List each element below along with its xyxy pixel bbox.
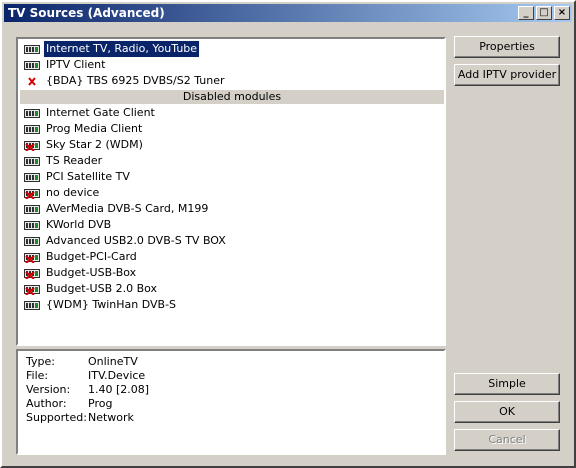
minimize-icon[interactable]: _ xyxy=(518,6,534,20)
list-item-label: Advanced USB2.0 DVB-S TV BOX xyxy=(46,234,226,247)
tv-sources-window: TV Sources (Advanced) _ □ × Internet TV,… xyxy=(0,0,576,468)
disabled-modules-header: Disabled modules xyxy=(20,90,444,104)
list-item-label: Prog Media Client xyxy=(46,122,143,135)
list-item-label: IPTV Client xyxy=(46,58,106,71)
list-item-label: {BDA} TBS 6925 DVBS/S2 Tuner xyxy=(46,74,225,87)
maximize-icon[interactable]: □ xyxy=(536,6,552,20)
sources-list[interactable]: Internet TV, Radio, YouTube IPTV Client {B… xyxy=(16,37,446,346)
tuner-icon xyxy=(24,125,40,134)
tuner-error-icon xyxy=(24,189,40,199)
tuner-icon xyxy=(24,109,40,118)
list-item-label: Budget-USB 2.0 Box xyxy=(46,282,158,295)
tuner-icon xyxy=(24,205,40,214)
list-item-label: no device xyxy=(46,186,100,199)
info-value: 1.40 [2.08] xyxy=(88,383,150,396)
tuner-error-icon xyxy=(24,269,40,279)
list-item-label: Budget-PCI-Card xyxy=(46,250,137,263)
window-title: TV Sources (Advanced) xyxy=(8,6,165,20)
tuner-icon xyxy=(24,157,40,166)
list-item-label: Internet TV, Radio, YouTube xyxy=(42,40,201,58)
list-item-label: KWorld DVB xyxy=(46,218,112,231)
tuner-icon xyxy=(24,221,40,230)
tuner-error-icon xyxy=(24,253,40,263)
close-icon[interactable]: × xyxy=(554,6,570,20)
list-item-label: TS Reader xyxy=(46,154,103,167)
list-item-label: Internet Gate Client xyxy=(46,106,155,119)
info-key: Supported: xyxy=(26,411,87,424)
list-item-label: {WDM} TwinHan DVB-S xyxy=(46,298,177,311)
info-value: Prog xyxy=(88,397,113,410)
tuner-icon xyxy=(24,61,40,70)
info-key: Type: xyxy=(26,355,55,368)
list-item-label: AVerMedia DVB-S Card, M199 xyxy=(46,202,209,215)
info-key: File: xyxy=(26,369,49,382)
info-value: ITV.Device xyxy=(88,369,146,382)
simple-button[interactable]: Simple xyxy=(454,373,560,395)
module-info-panel: Type: OnlineTV File: ITV.Device Version: 1.40… xyxy=(16,349,446,455)
tuner-icon xyxy=(24,301,40,310)
tuner-icon xyxy=(24,173,40,182)
info-value: OnlineTV xyxy=(88,355,138,368)
list-item-label: Budget-USB-Box xyxy=(46,266,137,279)
tuner-error-icon xyxy=(24,285,40,295)
title-bar[interactable]: TV Sources (Advanced) _ □ × xyxy=(4,4,572,22)
tuner-error-icon xyxy=(24,141,40,151)
ok-button[interactable]: OK xyxy=(454,401,560,423)
red-x-icon xyxy=(28,77,36,86)
properties-button[interactable]: Properties xyxy=(454,36,560,58)
list-item-label: PCI Satellite TV xyxy=(46,170,130,183)
list-item-label: Sky Star 2 (WDM) xyxy=(46,138,143,151)
info-key: Author: xyxy=(26,397,67,410)
add-iptv-provider-button[interactable]: Add IPTV provider xyxy=(454,64,560,86)
tuner-icon xyxy=(24,237,40,246)
tuner-icon xyxy=(24,45,40,54)
info-value: Network xyxy=(88,411,134,424)
cancel-button[interactable]: Cancel xyxy=(454,429,560,451)
info-key: Version: xyxy=(26,383,71,396)
